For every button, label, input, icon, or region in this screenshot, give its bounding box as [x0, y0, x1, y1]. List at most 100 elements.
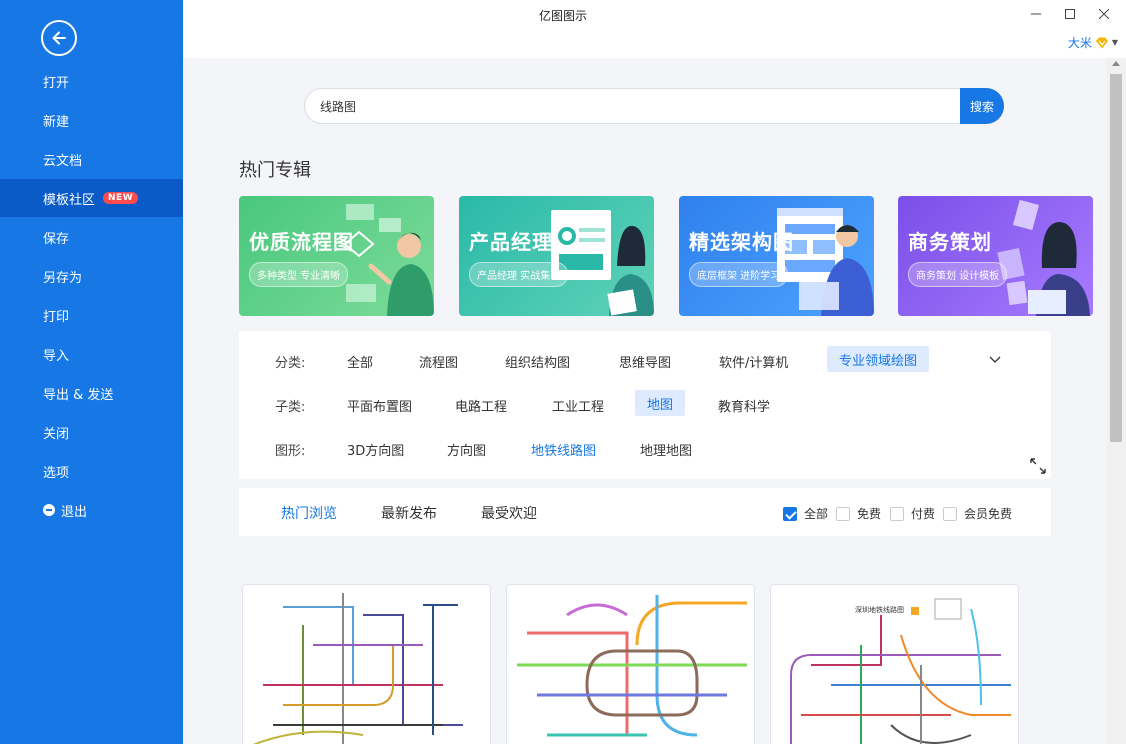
- chevron-down-icon: [989, 356, 1001, 363]
- filter-chip-3d-direction[interactable]: 3D方向图: [335, 436, 416, 462]
- sidebar-item-label: 导入: [43, 348, 70, 364]
- sidebar-item-exit[interactable]: 退出: [0, 491, 183, 529]
- scrollbar-thumb[interactable]: [1110, 74, 1122, 442]
- filter-row-subcategory: 子类:: [275, 391, 311, 419]
- product-manager-illustration-icon: [551, 210, 654, 316]
- sidebar-item-export-send[interactable]: 导出 & 发送: [0, 374, 183, 412]
- subway-map-thumbnail-icon: [252, 593, 463, 744]
- price-filter-free[interactable]: 免费: [836, 505, 881, 522]
- price-filter-all[interactable]: 全部: [783, 505, 828, 522]
- close-button[interactable]: [1094, 4, 1114, 24]
- maximize-icon: [1065, 9, 1075, 19]
- sidebar-item-new[interactable]: 新建: [0, 101, 183, 139]
- checkbox[interactable]: [890, 506, 904, 521]
- search-input-value: 线路图: [320, 99, 357, 114]
- close-icon: [1099, 9, 1109, 19]
- main-content: 线路图 搜索 热门专辑 优质流程图 多种类型 专业清晰 产品经理 产品经理 实战…: [183, 58, 1107, 744]
- sidebar-item-save-as[interactable]: 另存为: [0, 257, 183, 295]
- minimize-icon: [1031, 13, 1041, 15]
- filter-chip-flowchart[interactable]: 流程图: [407, 348, 470, 374]
- filter-chip-professional[interactable]: 专业领域绘图: [827, 346, 930, 372]
- banner-title: 商务策划: [908, 230, 992, 254]
- sort-tab-popular[interactable]: 热门浏览: [281, 503, 337, 523]
- filter-label: 分类:: [275, 355, 306, 371]
- filter-chip-direction[interactable]: 方向图: [435, 436, 498, 462]
- sidebar-item-print[interactable]: 打印: [0, 296, 183, 334]
- section-title: 热门专辑: [239, 160, 311, 181]
- sidebar-item-label: 新建: [43, 114, 70, 130]
- user-menu[interactable]: 大米 ▼: [1068, 34, 1118, 51]
- maximize-button[interactable]: [1060, 4, 1080, 24]
- filter-chip-software[interactable]: 软件/计算机: [707, 348, 800, 374]
- exit-icon: [43, 504, 55, 516]
- filter-chip-org-chart[interactable]: 组织结构图: [493, 348, 582, 374]
- sidebar-item-options[interactable]: 选项: [0, 452, 183, 490]
- scroll-up-arrow-icon[interactable]: [1112, 61, 1120, 66]
- sidebar-item-template-community[interactable]: 模板社区 NEW: [0, 179, 183, 217]
- subway-map-thumbnail-icon: [517, 595, 747, 737]
- sidebar-item-open[interactable]: 打开: [0, 62, 183, 100]
- template-caption: 深圳地铁线路图: [855, 606, 904, 614]
- back-button[interactable]: [41, 20, 77, 56]
- checkbox-label: 免费: [857, 507, 882, 521]
- checkbox[interactable]: [783, 506, 797, 521]
- sidebar-item-label: 选项: [43, 465, 70, 481]
- filter-chip-map[interactable]: 地图: [635, 390, 686, 416]
- expand-filters-button[interactable]: [987, 347, 1003, 373]
- template-card[interactable]: [506, 584, 755, 744]
- filter-chip-circuit[interactable]: 电路工程: [443, 392, 519, 418]
- arrow-left-icon: [52, 31, 66, 45]
- banner-product-manager[interactable]: 产品经理 产品经理 实战集合: [459, 196, 654, 316]
- checkbox[interactable]: [943, 506, 957, 521]
- sidebar-item-import[interactable]: 导入: [0, 335, 183, 373]
- banner-subtitle: 底层框架 进阶学习: [689, 262, 789, 287]
- price-filter-paid[interactable]: 付费: [890, 505, 935, 522]
- filter-chip-floor-plan[interactable]: 平面布置图: [335, 392, 424, 418]
- filter-chip-subway-map[interactable]: 地铁线路图: [519, 436, 608, 462]
- minimize-button[interactable]: [1026, 4, 1046, 24]
- filter-label: 子类:: [275, 399, 306, 415]
- template-card[interactable]: [242, 584, 491, 744]
- filter-row-category: 分类:: [275, 347, 311, 375]
- price-filter-member-free[interactable]: 会员免费: [943, 505, 1012, 522]
- sidebar-item-close[interactable]: 关闭: [0, 413, 183, 451]
- banner-title: 产品经理: [469, 230, 553, 254]
- filter-chip-industrial[interactable]: 工业工程: [540, 392, 616, 418]
- window-title: 亿图图示: [538, 9, 587, 23]
- title-bar: 亿图图示 大米 ▼: [183, 0, 1126, 58]
- banner-business-plan[interactable]: 商务策划 商务策划 设计模板: [898, 196, 1093, 316]
- business-plan-illustration-icon: [997, 199, 1090, 316]
- filter-chip-education[interactable]: 教育科学: [706, 392, 782, 418]
- user-name: 大米: [1067, 36, 1092, 50]
- sidebar: 打开 新建 云文档 模板社区 NEW 保存 另存为 打印 导入 导出 & 发送 …: [0, 0, 183, 744]
- sidebar-item-label: 另存为: [43, 270, 83, 286]
- sidebar-item-label: 模板社区: [43, 192, 96, 208]
- sidebar-item-save[interactable]: 保存: [0, 218, 183, 256]
- banner-flowchart[interactable]: 优质流程图 多种类型 专业清晰: [239, 196, 434, 316]
- filter-panel: 分类: 全部 流程图 组织结构图 思维导图 软件/计算机 专业领域绘图 子类: …: [239, 331, 1051, 479]
- filter-chip-all[interactable]: 全部: [335, 348, 385, 374]
- checkbox-label: 全部: [804, 507, 829, 521]
- flowchart-illustration-icon: [343, 204, 434, 316]
- checkbox[interactable]: [836, 506, 850, 521]
- banner-architecture[interactable]: 精选架构图 底层框架 进阶学习: [679, 196, 874, 316]
- sidebar-item-label: 打开: [43, 75, 70, 91]
- sidebar-item-label: 保存: [43, 231, 70, 247]
- vip-diamond-icon: [1095, 37, 1108, 48]
- filter-chip-geo-map[interactable]: 地理地图: [628, 436, 704, 462]
- search-input[interactable]: 线路图: [304, 88, 1004, 124]
- filter-label: 图形:: [275, 443, 306, 459]
- checkbox-label: 付费: [911, 507, 936, 521]
- collapse-expand-icon[interactable]: [1029, 457, 1047, 475]
- sidebar-item-cloud-docs[interactable]: 云文档: [0, 140, 183, 178]
- template-card[interactable]: 深圳地铁线路图: [770, 584, 1019, 744]
- vertical-scrollbar[interactable]: [1107, 58, 1126, 744]
- sort-tab-favorite[interactable]: 最受欢迎: [481, 503, 537, 523]
- sidebar-item-label: 打印: [43, 309, 70, 325]
- search-button[interactable]: 搜索: [960, 88, 1004, 124]
- filter-chip-mind-map[interactable]: 思维导图: [607, 348, 683, 374]
- sidebar-item-label: 导出 & 发送: [43, 387, 114, 403]
- new-badge: NEW: [103, 192, 139, 204]
- sort-bar: 热门浏览 最新发布 最受欢迎 全部 免费 付费 会员免费: [239, 488, 1051, 536]
- sort-tab-latest[interactable]: 最新发布: [381, 503, 437, 523]
